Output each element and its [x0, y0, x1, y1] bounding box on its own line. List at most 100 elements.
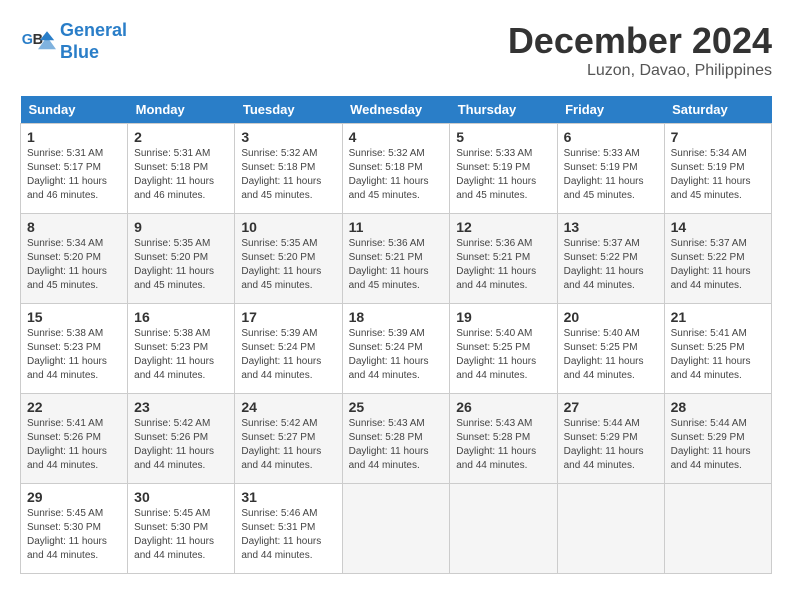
day-info: Sunrise: 5:39 AMSunset: 5:24 PMDaylight:…: [349, 327, 444, 383]
day-info: Sunrise: 5:35 AMSunset: 5:20 PMDaylight:…: [134, 237, 228, 293]
day-info: Sunrise: 5:38 AMSunset: 5:23 PMDaylight:…: [27, 327, 121, 383]
calendar-cell: 2Sunrise: 5:31 AMSunset: 5:18 PMDaylight…: [128, 124, 235, 214]
calendar-cell: 1 Sunrise: 5:31 AMSunset: 5:17 PMDaylight…: [21, 124, 128, 214]
day-number: 16: [134, 309, 228, 325]
location-subtitle: Luzon, Davao, Philippines: [508, 62, 772, 80]
day-number: 3: [241, 129, 335, 145]
calendar-cell: 20 Sunrise: 5:40 AMSunset: 5:25 PMDayligh…: [557, 304, 664, 394]
day-info: Sunrise: 5:41 AMSunset: 5:25 PMDaylight:…: [671, 327, 765, 383]
day-number: 6: [564, 129, 658, 145]
calendar-cell: 22Sunrise: 5:41 AMSunset: 5:26 PMDayligh…: [21, 394, 128, 484]
day-info: Sunrise: 5:36 AMSunset: 5:21 PMDaylight:…: [456, 237, 550, 293]
day-info: Sunrise: 5:45 AMSunset: 5:30 PMDaylight:…: [134, 507, 228, 563]
calendar-cell: [557, 484, 664, 574]
calendar-cell: 24 Sunrise: 5:42 AMSunset: 5:27 PMDayligh…: [235, 394, 342, 484]
day-number: 7: [671, 129, 765, 145]
day-number: 8: [27, 219, 121, 235]
day-number: 29: [27, 489, 121, 505]
calendar-cell: 19 Sunrise: 5:40 AMSunset: 5:25 PMDayligh…: [450, 304, 557, 394]
day-number: 12: [456, 219, 550, 235]
day-info: Sunrise: 5:43 AMSunset: 5:28 PMDaylight:…: [349, 417, 444, 473]
day-info: Sunrise: 5:34 AMSunset: 5:19 PMDaylight:…: [671, 147, 765, 203]
day-number: 13: [564, 219, 658, 235]
calendar-cell: 3Sunrise: 5:32 AMSunset: 5:18 PMDaylight…: [235, 124, 342, 214]
day-info: Sunrise: 5:40 AMSunset: 5:25 PMDaylight:…: [564, 327, 658, 383]
calendar-cell: 14Sunrise: 5:37 AMSunset: 5:22 PMDayligh…: [664, 214, 771, 304]
calendar-cell: 4 Sunrise: 5:32 AMSunset: 5:18 PMDaylight…: [342, 124, 450, 214]
day-info: Sunrise: 5:31 AMSunset: 5:18 PMDaylight:…: [134, 147, 228, 203]
calendar-week-2: 8Sunrise: 5:34 AMSunset: 5:20 PMDaylight…: [21, 214, 772, 304]
day-info: Sunrise: 5:41 AMSunset: 5:26 PMDaylight:…: [27, 417, 121, 473]
calendar-cell: 21Sunrise: 5:41 AMSunset: 5:25 PMDayligh…: [664, 304, 771, 394]
day-number: 4: [349, 129, 444, 145]
day-info: Sunrise: 5:38 AMSunset: 5:23 PMDaylight:…: [134, 327, 228, 383]
header-friday: Friday: [557, 96, 664, 124]
day-info: Sunrise: 5:33 AMSunset: 5:19 PMDaylight:…: [456, 147, 550, 203]
calendar-cell: 7 Sunrise: 5:34 AMSunset: 5:19 PMDaylight…: [664, 124, 771, 214]
calendar-cell: 10 Sunrise: 5:35 AMSunset: 5:20 PMDayligh…: [235, 214, 342, 304]
calendar-cell: 31 Sunrise: 5:46 AMSunset: 5:31 PMDayligh…: [235, 484, 342, 574]
day-number: 1: [27, 129, 121, 145]
day-number: 30: [134, 489, 228, 505]
day-number: 10: [241, 219, 335, 235]
calendar-cell: 27 Sunrise: 5:44 AMSunset: 5:29 PMDayligh…: [557, 394, 664, 484]
day-info: Sunrise: 5:44 AMSunset: 5:29 PMDaylight:…: [564, 417, 658, 473]
svg-text:G: G: [22, 31, 33, 47]
day-info: Sunrise: 5:35 AMSunset: 5:20 PMDaylight:…: [241, 237, 335, 293]
day-info: Sunrise: 5:40 AMSunset: 5:25 PMDaylight:…: [456, 327, 550, 383]
day-info: Sunrise: 5:42 AMSunset: 5:26 PMDaylight:…: [134, 417, 228, 473]
day-info: Sunrise: 5:36 AMSunset: 5:21 PMDaylight:…: [349, 237, 444, 293]
calendar-cell: 6 Sunrise: 5:33 AMSunset: 5:19 PMDaylight…: [557, 124, 664, 214]
calendar-cell: 9 Sunrise: 5:35 AMSunset: 5:20 PMDaylight…: [128, 214, 235, 304]
header-sunday: Sunday: [21, 96, 128, 124]
day-number: 9: [134, 219, 228, 235]
calendar-cell: 11Sunrise: 5:36 AMSunset: 5:21 PMDayligh…: [342, 214, 450, 304]
day-info: Sunrise: 5:39 AMSunset: 5:24 PMDaylight:…: [241, 327, 335, 383]
header-monday: Monday: [128, 96, 235, 124]
calendar-week-3: 15Sunrise: 5:38 AMSunset: 5:23 PMDayligh…: [21, 304, 772, 394]
calendar-cell: 8Sunrise: 5:34 AMSunset: 5:20 PMDaylight…: [21, 214, 128, 304]
month-title: December 2024: [508, 20, 772, 62]
day-info: Sunrise: 5:31 AMSunset: 5:17 PMDaylight:…: [27, 147, 121, 203]
header-saturday: Saturday: [664, 96, 771, 124]
day-number: 18: [349, 309, 444, 325]
day-number: 26: [456, 399, 550, 415]
day-info: Sunrise: 5:33 AMSunset: 5:19 PMDaylight:…: [564, 147, 658, 203]
day-number: 24: [241, 399, 335, 415]
header: G B General Blue December 2024 Luzon, Da…: [20, 20, 772, 80]
title-section: December 2024 Luzon, Davao, Philippines: [508, 20, 772, 80]
day-number: 31: [241, 489, 335, 505]
calendar-cell: 23 Sunrise: 5:42 AMSunset: 5:26 PMDayligh…: [128, 394, 235, 484]
day-number: 27: [564, 399, 658, 415]
day-info: Sunrise: 5:42 AMSunset: 5:27 PMDaylight:…: [241, 417, 335, 473]
day-info: Sunrise: 5:37 AMSunset: 5:22 PMDaylight:…: [564, 237, 658, 293]
day-info: Sunrise: 5:43 AMSunset: 5:28 PMDaylight:…: [456, 417, 550, 473]
calendar-cell: 13 Sunrise: 5:37 AMSunset: 5:22 PMDayligh…: [557, 214, 664, 304]
calendar-cell: 17 Sunrise: 5:39 AMSunset: 5:24 PMDayligh…: [235, 304, 342, 394]
calendar-cell: [450, 484, 557, 574]
day-number: 20: [564, 309, 658, 325]
calendar-week-5: 29 Sunrise: 5:45 AMSunset: 5:30 PMDayligh…: [21, 484, 772, 574]
calendar-cell: 18 Sunrise: 5:39 AMSunset: 5:24 PMDayligh…: [342, 304, 450, 394]
day-number: 23: [134, 399, 228, 415]
calendar-cell: 30 Sunrise: 5:45 AMSunset: 5:30 PMDayligh…: [128, 484, 235, 574]
calendar-week-4: 22Sunrise: 5:41 AMSunset: 5:26 PMDayligh…: [21, 394, 772, 484]
logo-icon: G B: [20, 24, 56, 60]
day-number: 28: [671, 399, 765, 415]
calendar-table: Sunday Monday Tuesday Wednesday Thursday…: [20, 96, 772, 574]
calendar-cell: [342, 484, 450, 574]
calendar-cell: 15Sunrise: 5:38 AMSunset: 5:23 PMDayligh…: [21, 304, 128, 394]
day-info: Sunrise: 5:45 AMSunset: 5:30 PMDaylight:…: [27, 507, 121, 563]
logo-general: General: [60, 20, 127, 40]
logo: G B General Blue: [20, 20, 127, 63]
day-number: 19: [456, 309, 550, 325]
calendar-header-row: Sunday Monday Tuesday Wednesday Thursday…: [21, 96, 772, 124]
day-info: Sunrise: 5:32 AMSunset: 5:18 PMDaylight:…: [349, 147, 444, 203]
header-wednesday: Wednesday: [342, 96, 450, 124]
logo-blue: Blue: [60, 42, 99, 62]
header-tuesday: Tuesday: [235, 96, 342, 124]
calendar-cell: 26 Sunrise: 5:43 AMSunset: 5:28 PMDayligh…: [450, 394, 557, 484]
day-number: 17: [241, 309, 335, 325]
calendar-cell: 28Sunrise: 5:44 AMSunset: 5:29 PMDayligh…: [664, 394, 771, 484]
day-info: Sunrise: 5:46 AMSunset: 5:31 PMDaylight:…: [241, 507, 335, 563]
